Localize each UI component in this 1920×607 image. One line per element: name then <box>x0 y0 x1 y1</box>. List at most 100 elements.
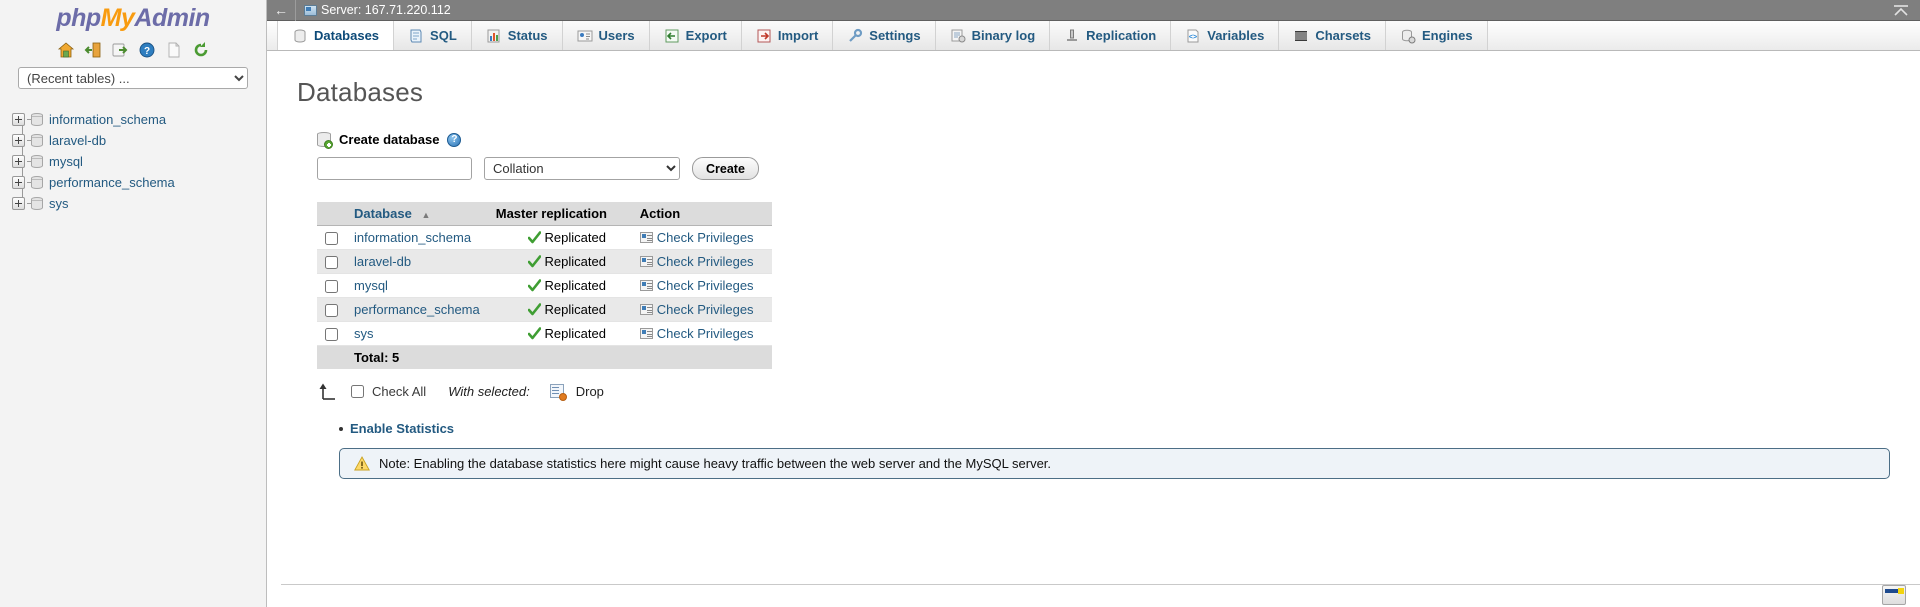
header-database-label: Database <box>354 206 412 221</box>
export-icon <box>664 28 680 44</box>
tab-label: Export <box>685 28 727 43</box>
collation-select[interactable]: Collation <box>484 157 680 180</box>
sidebar-db-item[interactable]: information_schema <box>12 109 266 130</box>
sidebar-db-label[interactable]: laravel-db <box>49 133 106 148</box>
row-checkbox[interactable] <box>325 328 338 342</box>
table-row[interactable]: information_schema Replicated Check Privil… <box>317 225 772 251</box>
select-all-arrow-icon[interactable] <box>317 381 343 401</box>
server-breadcrumb-bar: ← Server: 167.71.220.112 <box>267 0 1920 21</box>
sidebar-db-label[interactable]: sys <box>49 196 69 211</box>
database-name-link[interactable]: mysql <box>354 278 388 293</box>
sidebar-db-item[interactable]: laravel-db <box>12 130 266 151</box>
check-all-label[interactable]: Check All <box>372 384 426 399</box>
row-checkbox-cell <box>317 273 346 299</box>
replication-cell: Replicated <box>487 297 632 323</box>
database-name-input[interactable] <box>317 157 472 180</box>
binary-log-icon <box>950 28 966 44</box>
expand-plus-icon[interactable] <box>12 155 25 168</box>
tab-binary-log[interactable]: Binary log <box>935 21 1051 50</box>
replication-status-text: Replicated <box>544 302 606 318</box>
sidebar-db-item[interactable]: sys <box>12 193 266 214</box>
replication-status-text: Replicated <box>544 230 606 246</box>
expand-plus-icon[interactable] <box>12 134 25 147</box>
enable-statistics-link[interactable]: Enable Statistics <box>350 421 454 436</box>
copy-icon[interactable] <box>165 41 183 59</box>
tab-settings[interactable]: Settings <box>833 21 936 50</box>
tab-replication[interactable]: Replication <box>1050 21 1172 50</box>
replication-cell: Replicated <box>487 273 632 299</box>
status-icon <box>486 28 502 44</box>
database-name-link[interactable]: performance_schema <box>354 302 480 317</box>
database-name-link[interactable]: information_schema <box>354 230 471 245</box>
tab-users[interactable]: Users <box>562 21 650 50</box>
table-header-row: Database ▲ Master replication Action <box>317 202 772 226</box>
row-checkbox[interactable] <box>325 256 338 270</box>
expand-plus-icon[interactable] <box>12 113 25 126</box>
check-privileges-link[interactable]: Check Privileges <box>657 278 754 293</box>
logo-admin: Admin <box>134 4 210 32</box>
import-icon <box>756 28 772 44</box>
expand-plus-icon[interactable] <box>12 197 25 210</box>
page-content: Databases Create database ? Collation Cr… <box>267 51 1920 480</box>
header-database[interactable]: Database ▲ <box>346 202 488 226</box>
phpmyadmin-logo[interactable]: phpMyAdmin <box>0 0 266 36</box>
tab-engines[interactable]: Engines <box>1385 21 1488 50</box>
tab-status[interactable]: Status <box>471 21 563 50</box>
create-button[interactable]: Create <box>692 157 759 180</box>
check-privileges-link[interactable]: Check Privileges <box>657 230 754 245</box>
database-icon[interactable] <box>31 155 43 168</box>
tab-import[interactable]: Import <box>741 21 834 50</box>
action-cell: Check Privileges <box>631 225 772 251</box>
help-icon[interactable]: ? <box>138 41 156 59</box>
sidebar-db-label[interactable]: mysql <box>49 154 83 169</box>
privileges-icon <box>639 256 653 268</box>
reload-icon[interactable] <box>192 41 210 59</box>
drop-icon[interactable] <box>549 384 567 402</box>
console-toggle-icon[interactable] <box>1882 585 1906 605</box>
drop-link[interactable]: Drop <box>576 384 604 399</box>
database-icon[interactable] <box>31 176 43 189</box>
check-privileges-link[interactable]: Check Privileges <box>657 326 754 341</box>
tab-label: Databases <box>314 28 380 43</box>
table-row[interactable]: performance_schema Replicated Check Privil… <box>317 297 772 323</box>
sidebar-db-item[interactable]: mysql <box>12 151 266 172</box>
total-count-cell: Total: 5 <box>346 345 488 370</box>
tab-charsets[interactable]: Charsets <box>1279 21 1386 50</box>
action-cell: Check Privileges <box>631 321 772 347</box>
row-checkbox[interactable] <box>325 232 338 246</box>
expand-plus-icon[interactable] <box>12 176 25 189</box>
back-arrow-icon[interactable]: ← <box>267 0 296 21</box>
question-mark-icon[interactable]: ? <box>447 132 462 147</box>
table-row[interactable]: mysql Replicated Check Privileges <box>317 273 772 299</box>
docs-icon[interactable] <box>111 41 129 59</box>
database-icon[interactable] <box>31 197 43 210</box>
table-row[interactable]: sys Replicated Check Privileges <box>317 321 772 347</box>
row-checkbox[interactable] <box>325 304 338 318</box>
tab-databases[interactable]: Databases <box>277 21 395 50</box>
home-icon[interactable] <box>57 41 75 59</box>
check-privileges-link[interactable]: Check Privileges <box>657 254 754 269</box>
row-checkbox[interactable] <box>325 280 338 294</box>
sidebar-db-label[interactable]: information_schema <box>49 112 166 127</box>
database-name-cell: sys <box>346 321 488 347</box>
total-spacer-cell <box>317 345 346 370</box>
database-icon <box>292 28 308 44</box>
check-all-checkbox[interactable] <box>351 384 364 398</box>
logout-icon[interactable] <box>84 41 102 59</box>
database-name-link[interactable]: laravel-db <box>354 254 411 269</box>
create-database-label: Create database <box>339 132 440 147</box>
tab-export[interactable]: Export <box>649 21 742 50</box>
recent-tables-select[interactable]: (Recent tables) ... <box>18 67 248 89</box>
database-icon[interactable] <box>31 113 43 126</box>
logo-php: php <box>56 4 101 32</box>
database-icon[interactable] <box>31 134 43 147</box>
collapse-icon[interactable] <box>1892 2 1910 18</box>
database-name-link[interactable]: sys <box>354 326 374 341</box>
sidebar-db-item[interactable]: performance_schema <box>12 172 266 193</box>
sidebar-db-label[interactable]: performance_schema <box>49 175 175 190</box>
tab-variables[interactable]: <> Variables <box>1171 21 1280 50</box>
check-privileges-link[interactable]: Check Privileges <box>657 302 754 317</box>
tab-sql[interactable]: SQL <box>394 21 472 50</box>
header-action: Action <box>631 202 772 226</box>
table-row[interactable]: laravel-db Replicated Check Privileges <box>317 249 772 275</box>
